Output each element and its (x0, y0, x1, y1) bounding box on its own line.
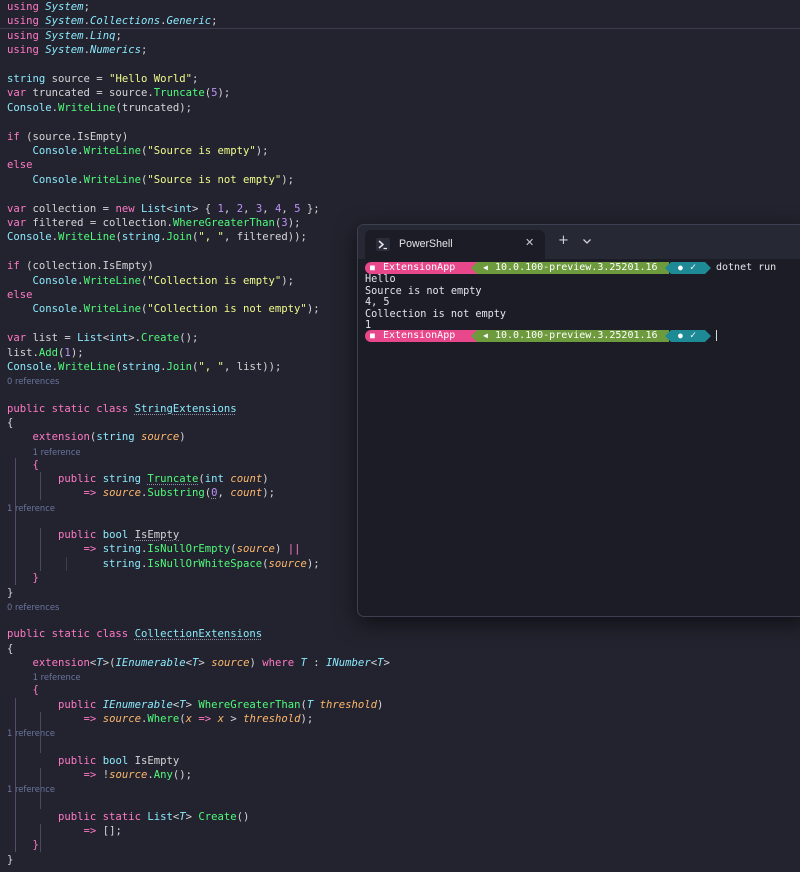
folder-icon: ■ (370, 263, 375, 272)
code-line: Console.WriteLine(truncated); (7, 101, 192, 114)
code-line: public static class CollectionExtensions (7, 628, 263, 641)
code-line: string source = "Hello World"; (7, 73, 199, 85)
terminal-output[interactable]: ■ ExtensionApp ◀ 10.0.100-preview.3.2520… (358, 259, 800, 616)
indent-guide (40, 768, 42, 810)
code-line: if (collection.IsEmpty) (7, 260, 154, 273)
code-line: var truncated = source.Truncate(5); (7, 87, 231, 100)
codelens-reference-count[interactable]: 0 references (7, 601, 59, 613)
code-line: public static List<T> Create() (58, 810, 250, 823)
code-line: public IEnumerable<T> WhereGreaterThan(T… (58, 698, 384, 711)
powershell-icon (376, 238, 390, 251)
prompt-status-segment: ● ✓ (665, 330, 711, 342)
code-line: Console.WriteLine("Source is empty"); (32, 145, 269, 157)
code-line: { (7, 417, 14, 429)
code-line: { (7, 642, 14, 655)
code-line: var collection = new List<int> { 1, 2, 3… (7, 202, 320, 215)
code-line: Console.WriteLine("Collection is empty")… (32, 274, 295, 287)
code-line: => string.IsNullOrEmpty(source) || (83, 543, 301, 556)
code-line: string.IsNullOrWhiteSpace(source); (102, 557, 320, 570)
code-line: => source.Where(x => x > threshold); (83, 713, 314, 725)
codelens-reference-count[interactable]: 0 references (7, 375, 59, 387)
code-line: } (7, 853, 14, 866)
code-line: } (32, 572, 39, 585)
code-line: using System.Collections.Generic; (7, 15, 218, 28)
code-line: public bool IsEmpty (58, 754, 180, 767)
chevron-down-icon[interactable] (580, 234, 594, 248)
code-line: extension<T>(IEnumerable<T> source) wher… (32, 657, 390, 669)
dotnet-icon: ◀ (483, 331, 488, 340)
code-line: Console.WriteLine("Source is not empty")… (32, 173, 295, 186)
folder-icon: ■ (370, 331, 375, 340)
indent-guide (14, 457, 16, 586)
battery-icon: ● (678, 331, 683, 340)
code-line: else (7, 289, 33, 301)
battery-icon: ● (678, 263, 683, 272)
code-line: { (32, 458, 39, 471)
terminal-titlebar: PowerShell ✕ + (358, 225, 800, 259)
code-line: => !source.Any(); (83, 769, 193, 781)
code-line: var list = List<int>.Create(); (7, 332, 199, 345)
indent-guide (14, 697, 16, 853)
code-line: using System.Linq; (7, 29, 122, 42)
prompt-sdk-segment: ◀ 10.0.100-preview.3.25201.16 (471, 262, 669, 274)
text-cursor (716, 330, 717, 341)
code-line: => source.Substring(0, count); (83, 487, 275, 500)
command-text: dotnet run (716, 262, 777, 273)
terminal-output-line: Collection is not empty (365, 308, 507, 320)
code-line: Console.WriteLine("Collection is not emp… (32, 303, 320, 316)
code-line: } (7, 586, 14, 599)
indent-guide (40, 472, 42, 501)
terminal-output-line: 4, 5 (365, 297, 390, 309)
codelens-reference-count[interactable]: 1 reference (33, 671, 81, 683)
indent-guide (65, 556, 67, 571)
prompt-sdk-segment: ◀ 10.0.100-preview.3.25201.16 (471, 330, 669, 342)
prompt-folder-segment: ■ ExtensionApp (365, 330, 477, 342)
code-line: public static class StringExtensions (7, 402, 237, 415)
terminal-window[interactable]: PowerShell ✕ + ■ ExtensionApp ◀ 10.0.100… (357, 224, 800, 617)
code-line: else (7, 159, 33, 172)
codelens-reference-count[interactable]: 1 reference (33, 446, 81, 458)
code-line: => []; (83, 825, 122, 837)
code-line: var filtered = collection.WhereGreaterTh… (7, 217, 301, 229)
code-line: Console.WriteLine(string.Join(", ", filt… (7, 231, 307, 244)
close-icon[interactable]: ✕ (525, 236, 534, 249)
code-line: using System.Numerics; (7, 44, 148, 57)
prompt-folder-segment: ■ ExtensionApp (365, 262, 477, 274)
indent-guide (40, 824, 42, 853)
code-line: { (32, 684, 39, 697)
code-line: list.Add(1); (7, 346, 84, 359)
dotnet-icon: ◀ (483, 263, 488, 272)
code-line: extension(string source) (32, 431, 186, 444)
code-line: } (32, 839, 39, 852)
code-line: if (source.IsEmpty) (7, 130, 129, 143)
tab-powershell[interactable]: PowerShell ✕ (365, 230, 545, 259)
code-line: public bool IsEmpty (58, 529, 180, 541)
new-tab-button[interactable]: + (558, 234, 569, 248)
tab-title: PowerShell (399, 238, 453, 250)
indent-guide (40, 528, 42, 571)
code-line: public string Truncate(int count) (58, 473, 269, 485)
code-line: Console.WriteLine(string.Join(", ", list… (7, 361, 282, 373)
prompt-status-segment: ● ✓ (665, 262, 711, 274)
code-line: using System; (7, 1, 97, 13)
terminal-output-line: Hello (365, 274, 396, 285)
terminal-output-line: Source is not empty (365, 285, 482, 297)
indent-guide (40, 712, 42, 754)
